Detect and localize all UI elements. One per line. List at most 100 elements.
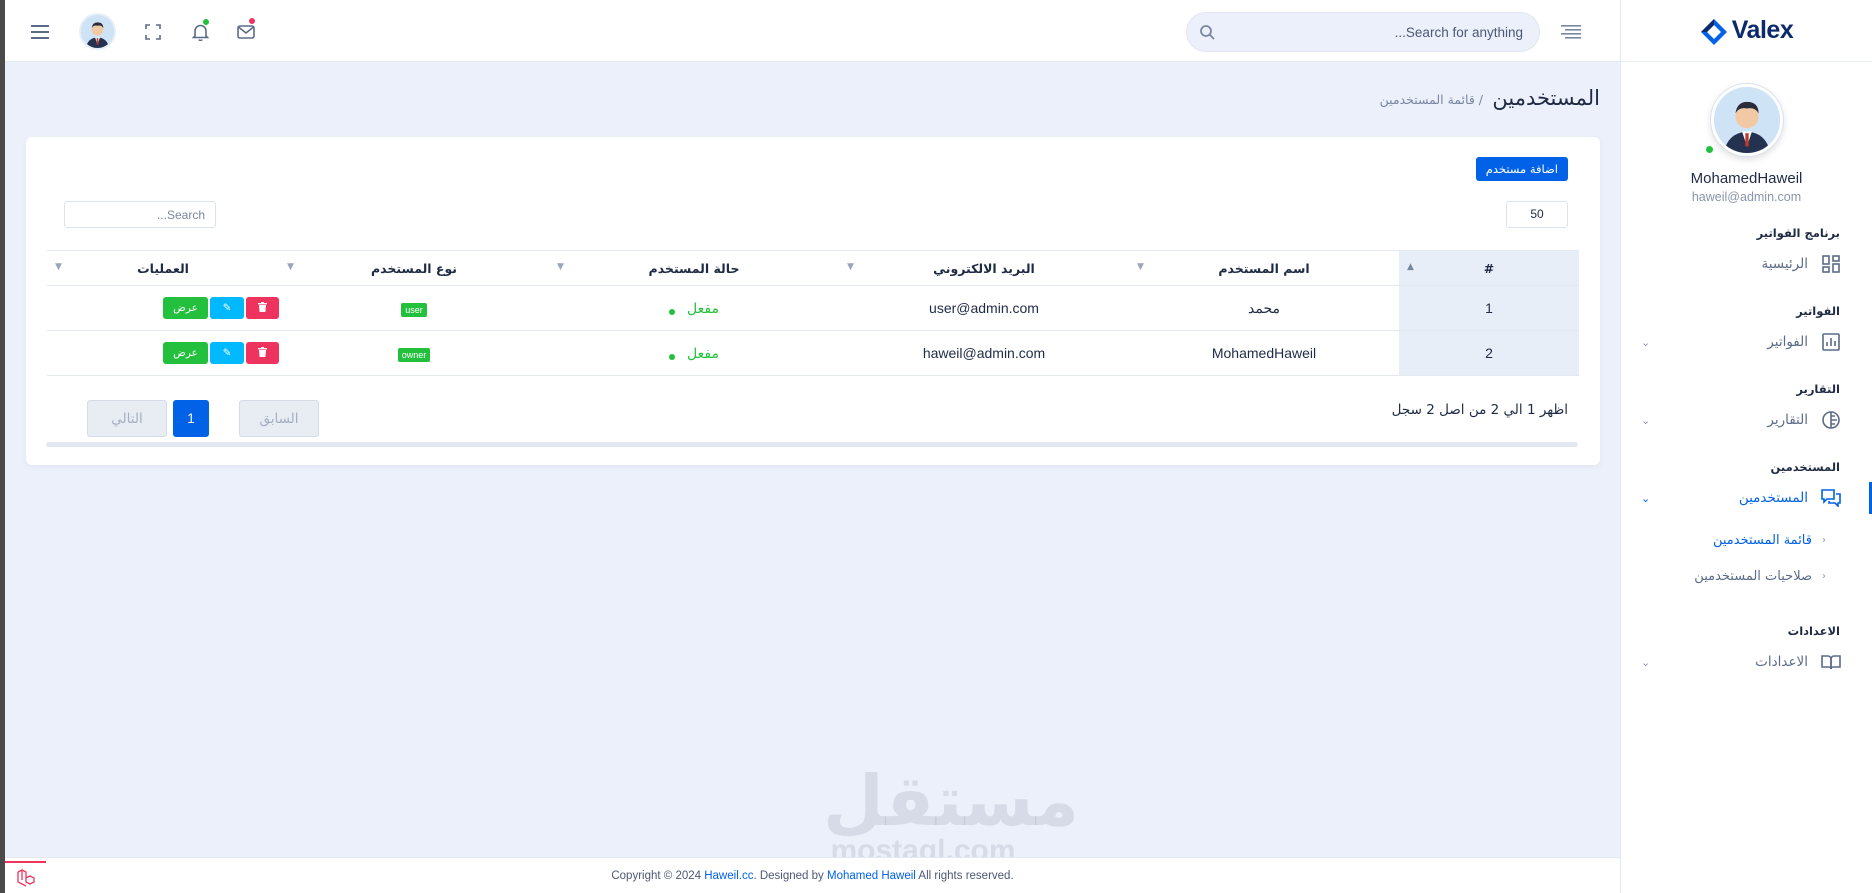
top-header <box>5 0 1620 62</box>
table-header-row: # ▲ اسم المستخدم ▼ البريد الالكتروني ▼ حالة… <box>47 250 1579 286</box>
sort-down-icon: ▼ <box>55 262 62 272</box>
delete-button[interactable] <box>246 297 279 319</box>
sidebar-toggle-icon[interactable] <box>1559 20 1583 44</box>
previous-page-button[interactable]: السابق <box>239 400 319 437</box>
column-header-email[interactable]: البريد الالكتروني ▼ <box>839 250 1129 286</box>
notification-bell-icon[interactable] <box>188 18 212 44</box>
pagination: السابق 1 التالي <box>87 400 319 437</box>
bell-badge-dot <box>202 18 210 26</box>
next-page-button[interactable]: التالي <box>87 400 167 437</box>
laravel-debug-icon[interactable] <box>5 861 46 893</box>
cell-type: owner <box>279 330 549 376</box>
footer-author-link[interactable]: Mohamed Haweil <box>827 870 916 882</box>
pencil-icon: ✎ <box>222 347 232 359</box>
users-card: اضافة مستخدم 50 #▲ اسم المستخدم▼ البريد … <box>26 137 1600 465</box>
header-label: البريد الالكتروني <box>933 260 1035 276</box>
profile-email: haweil@admin.com <box>1691 190 1802 204</box>
book-icon <box>1820 651 1842 673</box>
sort-down-icon: ▼ <box>287 262 294 272</box>
brand-logo[interactable]: Valex <box>1621 0 1872 62</box>
pagination-info: اظهر 1 الي 2 من اصل 2 سجل <box>1391 402 1568 418</box>
sort-down-icon: ▼ <box>847 262 854 272</box>
users-table: # ▲ اسم المستخدم ▼ البريد الالكتروني ▼ حالة… <box>47 250 1579 376</box>
column-header-status[interactable]: حالة المستخدم ▼ <box>549 250 839 286</box>
header-label: نوع المستخدم <box>371 260 457 276</box>
column-header-type[interactable]: نوع المستخدم ▼ <box>279 250 549 286</box>
edit-button[interactable]: ✎ <box>210 342 244 364</box>
chevron-down-icon: ⌄ <box>1641 655 1651 669</box>
sidebar-item-users[interactable]: المستخدمين ⌄ <box>1621 480 1872 516</box>
trash-icon <box>258 346 267 360</box>
header-label: العمليات <box>137 260 189 276</box>
cell-actions: ✎ عرض <box>47 285 279 331</box>
cell-actions: ✎ عرض <box>47 330 279 376</box>
section-title-invoices-app: برنامج الفواتير <box>1756 226 1840 240</box>
header-label: # <box>1483 260 1495 276</box>
watermark: مستقل mostaql.com <box>823 760 1080 866</box>
global-search[interactable] <box>1186 12 1540 52</box>
chat-icon <box>1820 487 1842 509</box>
trash-icon <box>258 301 267 315</box>
app-frame: المستخدمين / قائمة المستخدمين اضافة مستخ… <box>5 0 1872 893</box>
cell-email: haweil@admin.com <box>839 330 1129 376</box>
cell-status: مفعل <box>549 285 839 331</box>
mail-badge-dot <box>248 17 256 25</box>
sidebar-item-label: الاعدادات <box>1755 654 1808 670</box>
column-header-index[interactable]: # ▲ <box>1399 250 1579 286</box>
type-badge: owner <box>397 347 431 362</box>
global-search-input[interactable] <box>1227 13 1523 51</box>
column-header-name[interactable]: اسم المستخدم ▼ <box>1129 250 1399 286</box>
view-button[interactable]: عرض <box>163 297 208 319</box>
footer-rights: All rights reserved. <box>918 870 1014 882</box>
mail-icon[interactable] <box>234 17 258 44</box>
sort-down-icon: ▼ <box>557 262 564 272</box>
horizontal-scrollbar[interactable] <box>46 442 1578 447</box>
cell-index: 1 <box>1399 285 1579 331</box>
footer-site-link[interactable]: Haweil.cc <box>704 870 753 882</box>
hamburger-menu-icon[interactable] <box>28 20 52 44</box>
type-badge: user <box>401 302 427 317</box>
submenu-item-user-permissions[interactable]: ‹ صلاحيات المستخدمين <box>1621 558 1826 594</box>
cell-email: user@admin.com <box>839 285 1129 331</box>
sidebar-item-settings[interactable]: الاعدادات ⌄ <box>1621 644 1872 680</box>
pencil-icon: ✎ <box>222 302 232 314</box>
valex-logo-icon <box>1700 18 1727 45</box>
dashboard-icon <box>1820 253 1842 275</box>
table-search-input[interactable] <box>64 201 216 228</box>
sidebar: Valex MohamedHaweil haweil@admin.com برن… <box>1620 0 1872 893</box>
breadcrumb[interactable]: / قائمة المستخدمين <box>1380 92 1483 107</box>
submenu-item-users-list[interactable]: ‹ قائمة المستخدمين <box>1621 522 1826 558</box>
sidebar-item-label: التقارير <box>1767 412 1808 428</box>
bar-chart-icon <box>1820 331 1842 353</box>
column-header-actions[interactable]: العمليات ▼ <box>47 250 279 286</box>
online-status-dot <box>1704 144 1715 155</box>
page-length-select[interactable]: 50 <box>1506 201 1568 228</box>
page-1-button[interactable]: 1 <box>173 400 209 437</box>
sidebar-item-home[interactable]: الرئيسية <box>1621 246 1872 282</box>
sidebar-item-reports[interactable]: التقارير ⌄ <box>1621 402 1872 438</box>
section-title-invoices: الفواتير <box>1796 304 1840 318</box>
watermark-arabic: مستقل <box>823 760 1080 842</box>
users-submenu: ‹ قائمة المستخدمين ‹ صلاحيات المستخدمين <box>1621 522 1872 594</box>
header-avatar[interactable] <box>79 13 116 50</box>
sidebar-item-label: المستخدمين <box>1738 490 1808 506</box>
header-label: حالة المستخدم <box>648 260 740 276</box>
cell-type: user <box>279 285 549 331</box>
sort-up-icon: ▲ <box>1407 262 1414 272</box>
view-button[interactable]: عرض <box>163 342 208 364</box>
search-icon[interactable] <box>1199 24 1215 44</box>
sidebar-item-invoices[interactable]: الفواتير ⌄ <box>1621 324 1872 360</box>
sidebar-item-label: الفواتير <box>1767 334 1808 350</box>
edit-button[interactable]: ✎ <box>210 297 244 319</box>
header-label: اسم المستخدم <box>1218 260 1310 276</box>
fullscreen-icon[interactable] <box>141 20 165 44</box>
add-user-button[interactable]: اضافة مستخدم <box>1475 157 1568 181</box>
delete-button[interactable] <box>246 342 279 364</box>
sidebar-item-label: الرئيسية <box>1761 256 1809 272</box>
chevron-left-icon: ‹ <box>1822 534 1826 546</box>
footer-copyright: Copyright © 2024 <box>611 870 702 882</box>
profile-avatar[interactable] <box>1710 84 1783 156</box>
cell-index: 2 <box>1399 330 1579 376</box>
cell-name: محمد <box>1129 285 1399 331</box>
submenu-label: صلاحيات المستخدمين <box>1694 568 1812 584</box>
